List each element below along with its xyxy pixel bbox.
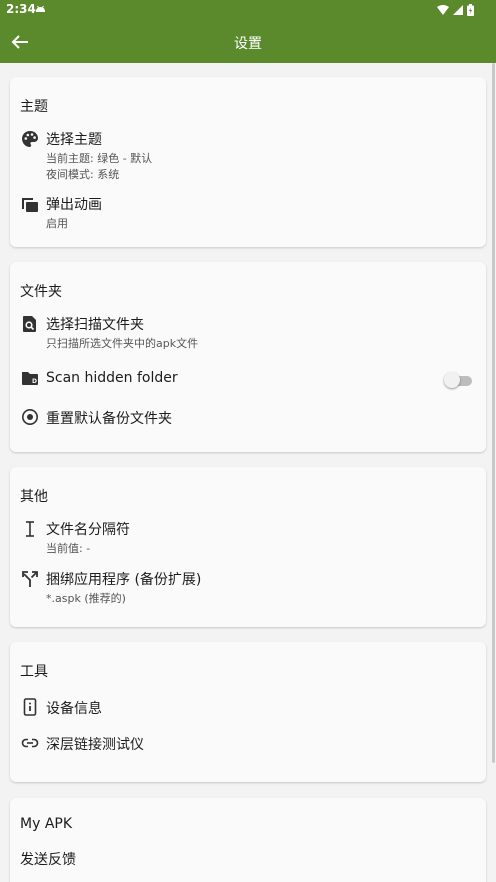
page-title: 设置	[234, 36, 262, 52]
filename-separator-item[interactable]: 文件名分隔符 当前值: -	[10, 519, 486, 559]
scan-hidden-toggle[interactable]	[444, 371, 472, 389]
settings-list[interactable]: 主题 选择主题 当前主题: 绿色 - 默认 夜间模式: 系统 弹出动画 启用 文…	[0, 63, 496, 882]
myapk-card: My APK 发送反馈	[10, 798, 486, 882]
device-info-item[interactable]: 设备信息	[10, 697, 486, 721]
section-title-folder: 文件夹	[20, 284, 62, 300]
select-theme-item[interactable]: 选择主题 当前主题: 绿色 - 默认 夜间模式: 系统	[10, 129, 486, 185]
signal-icon	[453, 5, 463, 15]
current-theme-text: 当前主题: 绿色 - 默认	[46, 152, 153, 165]
popup-animation-status: 启用	[46, 217, 68, 230]
folder-card: 文件夹 选择扫描文件夹 只扫描所选文件夹中的apk文件 D Scan hidde…	[10, 262, 486, 452]
section-title-theme: 主题	[20, 99, 48, 115]
theme-card: 主题 选择主题 当前主题: 绿色 - 默认 夜间模式: 系统 弹出动画 启用	[10, 77, 486, 247]
android-icon	[36, 5, 45, 12]
bundle-extension-item[interactable]: 捆绑应用程序 (备份扩展) *.aspk (推荐的)	[10, 569, 486, 609]
merge-icon	[22, 571, 38, 587]
deeplink-tester-item[interactable]: 深层链接测试仪	[10, 733, 486, 757]
popup-animation-label: 弹出动画	[46, 197, 102, 213]
scan-hidden-folder-label: Scan hidden folder	[46, 370, 178, 386]
status-bar: 2:34	[0, 0, 496, 20]
send-feedback-item[interactable]: 发送反馈	[10, 848, 486, 872]
scan-hidden-folder-item[interactable]: D Scan hidden folder	[10, 368, 486, 392]
device-info-label: 设备信息	[46, 701, 102, 717]
section-title-other: 其他	[20, 489, 48, 505]
tools-card: 工具 设备信息 深层链接测试仪	[10, 642, 486, 782]
wifi-icon	[437, 5, 449, 15]
send-feedback-label: 发送反馈	[20, 852, 76, 868]
select-theme-label: 选择主题	[46, 132, 102, 148]
app-bar: 设置	[0, 20, 496, 63]
scrollbar[interactable]	[492, 63, 495, 763]
toggle-thumb	[444, 372, 460, 388]
select-scan-folder-label: 选择扫描文件夹	[46, 317, 144, 333]
radio-target-icon	[22, 409, 38, 425]
layers-icon	[22, 198, 38, 212]
svg-text:D: D	[32, 378, 37, 385]
phone-info-icon	[23, 698, 37, 716]
palette-icon	[22, 131, 38, 147]
status-time: 2:34	[6, 2, 36, 16]
deeplink-tester-label: 深层链接测试仪	[46, 737, 144, 753]
hidden-folder-icon: D	[22, 372, 38, 385]
section-title-tools: 工具	[20, 664, 48, 680]
reset-backup-folder-label: 重置默认备份文件夹	[46, 411, 172, 427]
bundle-extension-label: 捆绑应用程序 (备份扩展)	[46, 572, 202, 588]
filename-separator-label: 文件名分隔符	[46, 522, 130, 538]
text-cursor-icon	[26, 521, 34, 537]
popup-animation-item[interactable]: 弹出动画 启用	[10, 194, 486, 234]
link-icon	[21, 738, 39, 748]
system-icons	[437, 4, 474, 16]
battery-icon	[467, 4, 474, 16]
other-card: 其他 文件名分隔符 当前值: - 捆绑应用程序 (备份扩展) *.aspk (推…	[10, 467, 486, 627]
reset-backup-folder-item[interactable]: 重置默认备份文件夹	[10, 407, 486, 431]
section-title-myapk: My APK	[20, 816, 73, 832]
folder-search-icon	[23, 316, 36, 332]
select-scan-folder-item[interactable]: 选择扫描文件夹 只扫描所选文件夹中的apk文件	[10, 314, 486, 354]
night-mode-text: 夜间模式: 系统	[46, 168, 120, 181]
bundle-extension-value: *.aspk (推荐的)	[46, 592, 126, 605]
select-scan-folder-desc: 只扫描所选文件夹中的apk文件	[46, 337, 199, 350]
filename-separator-value: 当前值: -	[46, 542, 91, 555]
